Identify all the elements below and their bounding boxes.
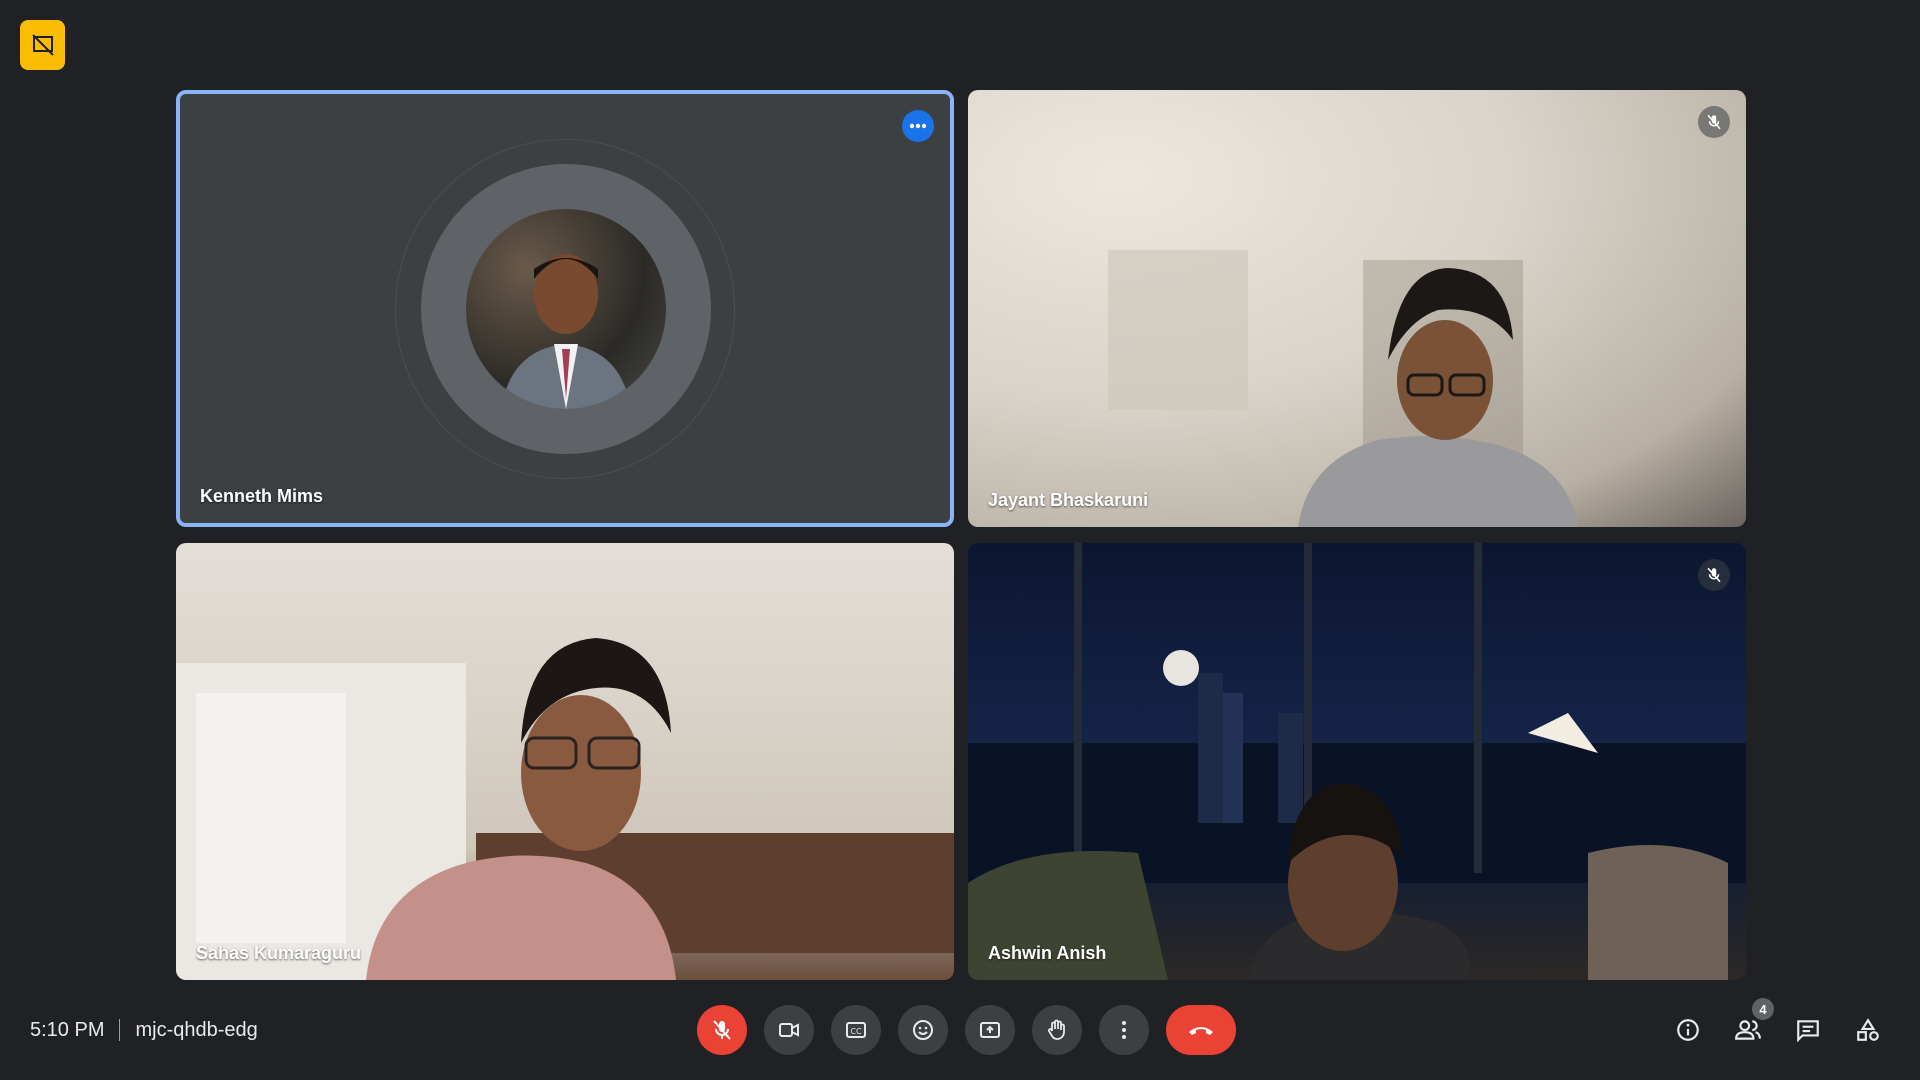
participant-tile[interactable]: Kenneth Mims — [176, 90, 954, 527]
participant-name: Kenneth Mims — [200, 486, 324, 506]
chat-button[interactable] — [1786, 1008, 1830, 1052]
control-bar: 5:10 PM mjc-qhdb-edg CC 4 — [0, 998, 1920, 1080]
raise-hand-icon — [1048, 1019, 1065, 1040]
more-vert-icon — [1122, 1021, 1126, 1039]
raise-hand-button[interactable] — [1032, 1005, 1082, 1055]
camera-icon — [779, 1023, 799, 1037]
camera-toggle-button[interactable] — [764, 1005, 814, 1055]
participant-name: Jayant Bhaskaruni — [988, 490, 1149, 510]
chat-icon — [1797, 1020, 1819, 1043]
participant-tile[interactable]: Sahas Kumaraguru — [176, 543, 954, 980]
activities-icon — [1857, 1018, 1879, 1041]
clock: 5:10 PM — [30, 1018, 105, 1041]
meeting-info: 5:10 PM mjc-qhdb-edg — [30, 1000, 258, 1060]
present-button[interactable] — [965, 1005, 1015, 1055]
emoji-icon — [913, 1020, 933, 1040]
meeting-details-button[interactable] — [1666, 1008, 1710, 1052]
participant-name: Sahas Kumaraguru — [196, 943, 362, 963]
mic-off-icon — [713, 1020, 731, 1040]
present-icon — [980, 1022, 1000, 1038]
mic-off-icon — [1698, 106, 1730, 138]
video-feed — [1108, 250, 1578, 527]
participant-tile[interactable]: Jayant Bhaskaruni — [968, 90, 1746, 527]
video-feed — [968, 543, 1746, 980]
people-count-badge: 4 — [1752, 998, 1774, 1020]
captions-button[interactable]: CC — [831, 1005, 881, 1055]
end-call-button[interactable] — [1166, 1005, 1236, 1055]
captions-icon: CC — [846, 1022, 866, 1038]
side-tools: 4 — [1666, 998, 1890, 1052]
end-call-icon — [1189, 1027, 1213, 1035]
meeting-code: mjc-qhdb-edg — [135, 1018, 258, 1041]
people-icon — [1735, 1020, 1761, 1040]
info-icon — [1677, 1019, 1699, 1041]
divider — [119, 1019, 121, 1041]
hide-tiles-icon[interactable] — [20, 20, 65, 70]
participant-name: Ashwin Anish — [988, 943, 1107, 963]
avatar — [466, 209, 666, 409]
more-options-button[interactable] — [902, 110, 934, 142]
reactions-button[interactable] — [898, 1005, 948, 1055]
mic-toggle-button[interactable] — [697, 1005, 747, 1055]
call-controls: CC — [697, 1005, 1236, 1055]
svg-text:CC: CC — [850, 1027, 862, 1036]
video-feed — [176, 638, 954, 980]
mic-off-icon — [1698, 559, 1730, 591]
more-options-button[interactable] — [1099, 1005, 1149, 1055]
participant-tile[interactable]: Ashwin Anish — [968, 543, 1746, 980]
people-button[interactable]: 4 — [1726, 998, 1774, 1052]
activities-button[interactable] — [1846, 1008, 1890, 1052]
